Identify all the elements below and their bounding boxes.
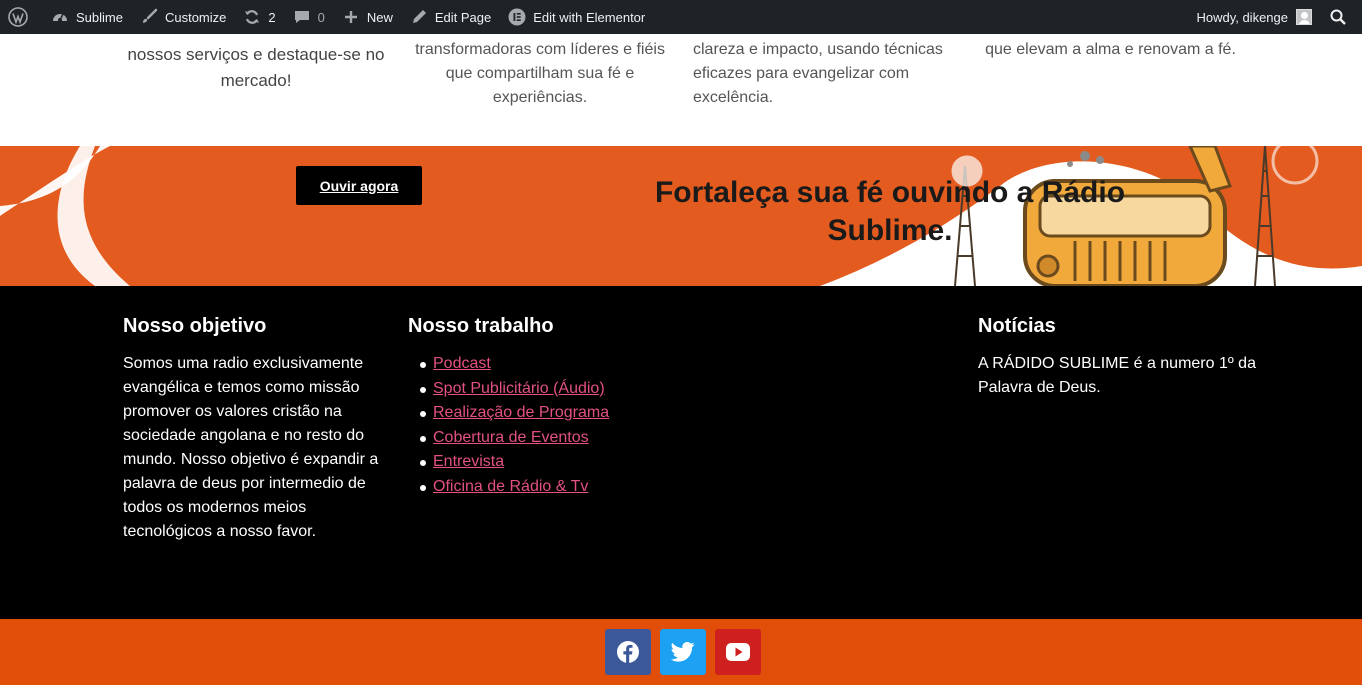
service-text-2: transformadoras com líderes e fiéis que … [415,41,665,106]
site-name-menu[interactable]: Sublime [42,0,131,34]
admin-bar: Sublime Customize 2 0 New Edit Page Edit… [0,0,1362,34]
search-icon [1328,7,1348,27]
service-text-4: que elevam a alma e renovam a fé. [985,41,1236,58]
list-item: Entrevista [420,450,688,475]
list-item: Podcast [420,352,688,377]
site-name-label: Sublime [76,9,123,25]
list-item: Spot Publicitário (Áudio) [420,377,688,402]
list-item: Oficina de Rádio & Tv [420,475,688,500]
edit-elementor-link[interactable]: Edit with Elementor [499,0,653,34]
footer-objetivo: Nosso objetivo Somos uma radio exclusiva… [123,316,383,544]
trabalho-list: Podcast Spot Publicitário (Áudio) Realiz… [408,352,688,500]
comment-icon [292,7,312,27]
link-realizacao-programa[interactable]: Realização de Programa [433,404,609,421]
social-bar [0,619,1362,685]
facebook-icon [617,641,639,663]
link-podcast[interactable]: Podcast [433,355,491,372]
twitter-button[interactable] [660,629,706,675]
link-spot-publicitario[interactable]: Spot Publicitário (Áudio) [433,380,605,397]
list-item: Realização de Programa [420,401,688,426]
listen-now-button[interactable]: Ouvir agora [296,166,422,205]
wordpress-icon [8,7,28,27]
comments-count: 0 [317,9,325,25]
noticias-heading: Notícias [978,315,1056,337]
customize-label: Customize [164,9,227,25]
facebook-button[interactable] [605,629,651,675]
objetivo-heading: Nosso objetivo [123,315,267,337]
link-cobertura-eventos[interactable]: Cobertura de Eventos [433,429,589,446]
banner-title: Fortaleça sua fé ouvindo a Rádio Sublime… [654,176,1126,247]
elementor-icon [507,7,527,27]
new-label: New [366,9,393,25]
footer-trabalho: Nosso trabalho Podcast Spot Publicitário… [408,316,688,500]
pencil-icon [409,7,429,27]
link-oficina-radio-tv[interactable]: Oficina de Rádio & Tv [433,478,588,495]
new-content-menu[interactable]: New [333,0,401,34]
service-text-1: nossos serviços e destaque-se no mercado… [127,45,385,90]
edit-page-link[interactable]: Edit Page [401,0,499,34]
service-text-3: clareza e impacto, usando técnicas efica… [693,41,943,106]
my-account-menu[interactable]: Howdy, dikenge [1188,0,1320,34]
trabalho-heading: Nosso trabalho [408,315,554,337]
dashboard-icon [50,7,70,27]
site-footer: Nosso objetivo Somos uma radio exclusiva… [0,286,1362,619]
youtube-button[interactable] [715,629,761,675]
comments-link[interactable]: 0 [284,0,333,34]
howdy-label: Howdy, dikenge [1196,9,1288,25]
search-button[interactable] [1320,0,1362,34]
updates-link[interactable]: 2 [234,0,283,34]
footer-noticias: Notícias A RÁDIDO SUBLIME é a numero 1º … [978,316,1258,400]
youtube-icon [726,643,750,661]
list-item: Cobertura de Eventos [420,426,688,451]
twitter-icon [671,642,695,662]
avatar [1296,9,1312,25]
services-section: nossos serviços e destaque-se no mercado… [0,34,1362,146]
updates-count: 2 [268,9,276,25]
customize-link[interactable]: Customize [131,0,234,34]
edit-elementor-label: Edit with Elementor [533,9,646,25]
edit-page-label: Edit Page [434,9,492,25]
plus-icon [341,7,361,27]
link-entrevista[interactable]: Entrevista [433,453,504,470]
paintbrush-icon [139,7,159,27]
noticias-text: A RÁDIDO SUBLIME é a numero 1º da Palavr… [978,355,1256,396]
updates-icon [242,7,262,27]
wordpress-logo-menu[interactable] [0,0,42,34]
objetivo-text: Somos uma radio exclusivamente evangélic… [123,355,379,540]
radio-banner: Ouvir agora Fortaleça sua fé ouvindo a R… [0,146,1362,286]
